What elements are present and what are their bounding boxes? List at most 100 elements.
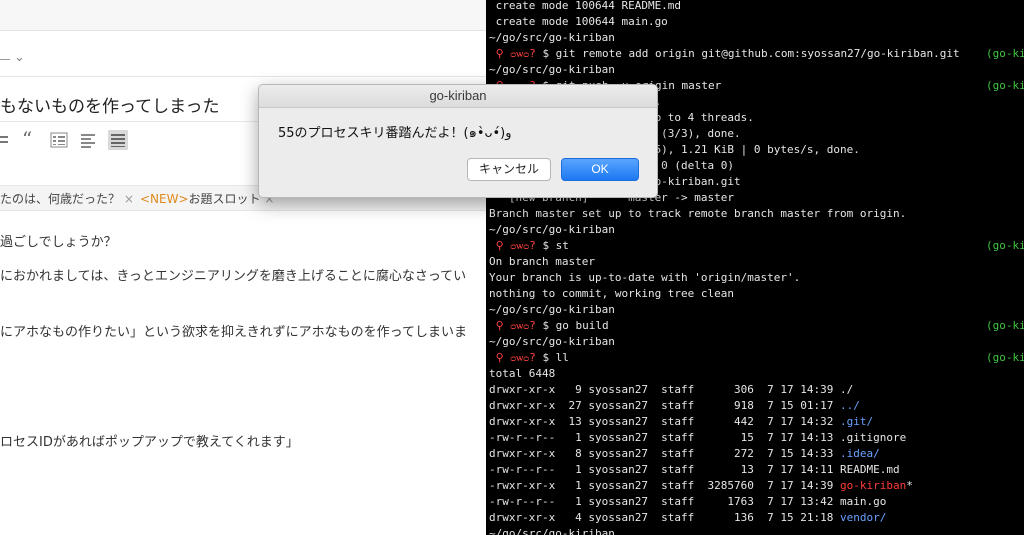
- terminal-text: $ st: [542, 239, 569, 252]
- prompt-symbol: ⚲ ᴑѡᴑ?: [489, 239, 543, 252]
- terminal-text: ~/go/src/go-kiriban: [489, 223, 615, 236]
- terminal-text: create mode 100644 main.go: [489, 15, 668, 28]
- alert-dialog: go-kiriban 55のプロセスキリ番踏んだよ！(๑•̀ᴗ•́)و キャンセ…: [258, 84, 658, 198]
- terminal-text: $ go build: [542, 319, 609, 332]
- terminal-line: ~/go/src/go-kiriban: [489, 62, 615, 78]
- tag-label: たのは、何歳だった？: [0, 192, 121, 206]
- terminal-text: -rw-r--r-- 1 syossan27 staff 13 7 17 14:…: [489, 463, 840, 476]
- terminal-text: ~/go/src/go-kiriban: [489, 303, 615, 316]
- dropdown-dash: [0, 59, 10, 60]
- terminal-line: On branch master: [489, 254, 595, 270]
- terminal-text: create mode 100644 README.md: [489, 0, 682, 12]
- file-name: vendor/: [840, 511, 887, 524]
- terminal-text: $ ll: [542, 351, 569, 364]
- terminal-line: drwxr-xr-x 4 syossan27 staff 136 7 15 21…: [489, 510, 886, 526]
- terminal-line: -rwxr-xr-x 1 syossan27 staff 3285760 7 1…: [489, 478, 913, 494]
- file-name: .idea/: [840, 447, 880, 460]
- terminal-text: -rw-r--r-- 1 syossan27 staff 15 7 17 14:…: [489, 431, 840, 444]
- terminal-line: ~/go/src/go-kiriban: [489, 526, 615, 535]
- terminal-text: $ git remote add origin git@github.com:s…: [542, 47, 960, 60]
- terminal-text: -rw-r--r-- 1 syossan27 staff 1763 7 17 1…: [489, 495, 840, 508]
- terminal-line: Your branch is up-to-date with 'origin/m…: [489, 270, 800, 286]
- git-branch-indicator: (go-ki: [986, 79, 1024, 92]
- terminal-text: ~/go/src/go-kiriban: [489, 335, 615, 348]
- terminal-text: Your branch is up-to-date with 'origin/m…: [489, 271, 801, 284]
- table-icon[interactable]: [108, 129, 128, 151]
- terminal-text: drwxr-xr-x 4 syossan27 staff 136 7 15 21…: [489, 511, 840, 524]
- terminal-window[interactable]: create mode 100644 README.md create mode…: [486, 0, 1024, 535]
- terminal-line: -rw-r--r-- 1 syossan27 staff 13 7 17 14:…: [489, 462, 900, 478]
- terminal-line: ~/go/src/go-kiriban: [489, 302, 615, 318]
- prompt-symbol: ⚲ ᴑѡᴑ?: [489, 319, 543, 332]
- terminal-text: On branch master: [489, 255, 595, 268]
- file-name: go-kiriban: [840, 479, 907, 492]
- close-icon[interactable]: ×: [124, 192, 134, 206]
- editor-top-bar: [0, 0, 486, 31]
- terminal-text: -rwxr-xr-x 1 syossan27 staff 3285760 7 1…: [489, 479, 840, 492]
- prompt-symbol: ⚲ ᴑѡᴑ?: [489, 47, 543, 60]
- git-branch-indicator: (go-ki: [986, 351, 1024, 364]
- terminal-text: nothing to commit, working tree clean: [489, 287, 735, 300]
- file-name: .git/: [840, 415, 874, 428]
- terminal-line: create mode 100644 main.go: [489, 14, 668, 30]
- dialog-title: go-kiriban: [429, 88, 487, 103]
- terminal-text: Branch master set up to track remote bra…: [489, 207, 907, 220]
- terminal-line: total 6448: [489, 366, 555, 382]
- terminal-text: ~/go/src/go-kiriban: [489, 31, 615, 44]
- terminal-text: drwxr-xr-x 8 syossan27 staff 272 7 15 14…: [489, 447, 840, 460]
- align-icon[interactable]: [80, 129, 98, 151]
- terminal-text: ~/go/src/go-kiriban: [489, 63, 615, 76]
- terminal-line: ⚲ ᴑѡᴑ? $ ll: [489, 350, 569, 366]
- body-text-line[interactable]: ロセスIDがあればポップアップで教えてくれます」: [0, 431, 299, 450]
- terminal-line: ⚲ ᴑѡᴑ? $ git remote add origin git@githu…: [489, 46, 960, 62]
- new-badge: <NEW>: [140, 192, 189, 206]
- file-name: ../: [840, 399, 860, 412]
- svg-text:“: “: [22, 129, 32, 151]
- prompt-symbol: ⚲ ᴑѡᴑ?: [489, 351, 543, 364]
- git-branch-indicator: (go-ki: [986, 47, 1024, 60]
- terminal-line: ~/go/src/go-kiriban: [489, 334, 615, 350]
- terminal-line: drwxr-xr-x 13 syossan27 staff 442 7 17 1…: [489, 414, 873, 430]
- quote-icon[interactable]: “: [22, 129, 38, 151]
- blog-editor: ⌄ もないものを作ってしまった “ たのは、何歳だった？ × <NEW>お題スロ…: [0, 0, 486, 535]
- tag-item[interactable]: <NEW>お題スロット ×: [140, 190, 274, 207]
- post-title[interactable]: もないものを作ってしまった: [0, 92, 219, 117]
- terminal-line: ~/go/src/go-kiriban: [489, 222, 615, 238]
- terminal-text: ~/go/src/go-kiriban: [489, 527, 615, 535]
- terminal-line: ~/go/src/go-kiriban: [489, 30, 615, 46]
- file-name: README.md: [840, 463, 900, 476]
- terminal-line: drwxr-xr-x 8 syossan27 staff 272 7 15 14…: [489, 446, 880, 462]
- terminal-line: -rw-r--r-- 1 syossan27 staff 1763 7 17 1…: [489, 494, 886, 510]
- terminal-line: create mode 100644 README.md: [489, 0, 681, 14]
- git-branch-indicator: (go-ki: [986, 239, 1024, 252]
- terminal-line: Branch master set up to track remote bra…: [489, 206, 906, 222]
- tag-item[interactable]: たのは、何歳だった？ ×: [0, 190, 134, 207]
- terminal-line: drwxr-xr-x 9 syossan27 staff 306 7 17 14…: [489, 382, 853, 398]
- tag-label: お題スロット: [188, 192, 261, 206]
- file-name: main.go: [840, 495, 887, 508]
- chevron-down-icon[interactable]: ⌄: [14, 50, 25, 65]
- terminal-line: drwxr-xr-x 27 syossan27 staff 918 7 15 0…: [489, 398, 860, 414]
- category-dropdown[interactable]: ⌄: [0, 40, 486, 77]
- ok-button[interactable]: OK: [561, 158, 639, 181]
- terminal-line: ⚲ ᴑѡᴑ? $ go build: [489, 318, 609, 334]
- dialog-titlebar[interactable]: go-kiriban: [259, 85, 657, 108]
- body-text-line[interactable]: におかれましては、きっとエンジニアリングを磨き上げることに腐心なさってい: [0, 265, 466, 284]
- terminal-text: drwxr-xr-x 9 syossan27 staff 306 7 17 14…: [489, 383, 840, 396]
- terminal-line: ⚲ ᴑѡᴑ? $ st: [489, 238, 569, 254]
- body-text-line[interactable]: 過ごしでしょうか？: [0, 231, 117, 250]
- dialog-message: 55のプロセスキリ番踏んだよ！(๑•̀ᴗ•́)و: [278, 126, 512, 141]
- link-icon[interactable]: [0, 129, 12, 151]
- list-icon[interactable]: [50, 129, 68, 151]
- file-suffix: *: [906, 479, 913, 492]
- terminal-text: total 6448: [489, 367, 556, 380]
- file-name: .gitignore: [840, 431, 907, 444]
- git-branch-indicator: (go-ki: [986, 319, 1024, 332]
- terminal-line: nothing to commit, working tree clean: [489, 286, 734, 302]
- body-text-line[interactable]: にアホなもの作りたい」という欲求を抑えきれずにアホなものを作ってしまいま: [0, 321, 467, 340]
- terminal-text: drwxr-xr-x 13 syossan27 staff 442 7 17 1…: [489, 415, 840, 428]
- terminal-line: -rw-r--r-- 1 syossan27 staff 15 7 17 14:…: [489, 430, 906, 446]
- terminal-text: drwxr-xr-x 27 syossan27 staff 918 7 15 0…: [489, 399, 840, 412]
- cancel-button[interactable]: キャンセル: [467, 158, 551, 181]
- file-name: ./: [840, 383, 854, 396]
